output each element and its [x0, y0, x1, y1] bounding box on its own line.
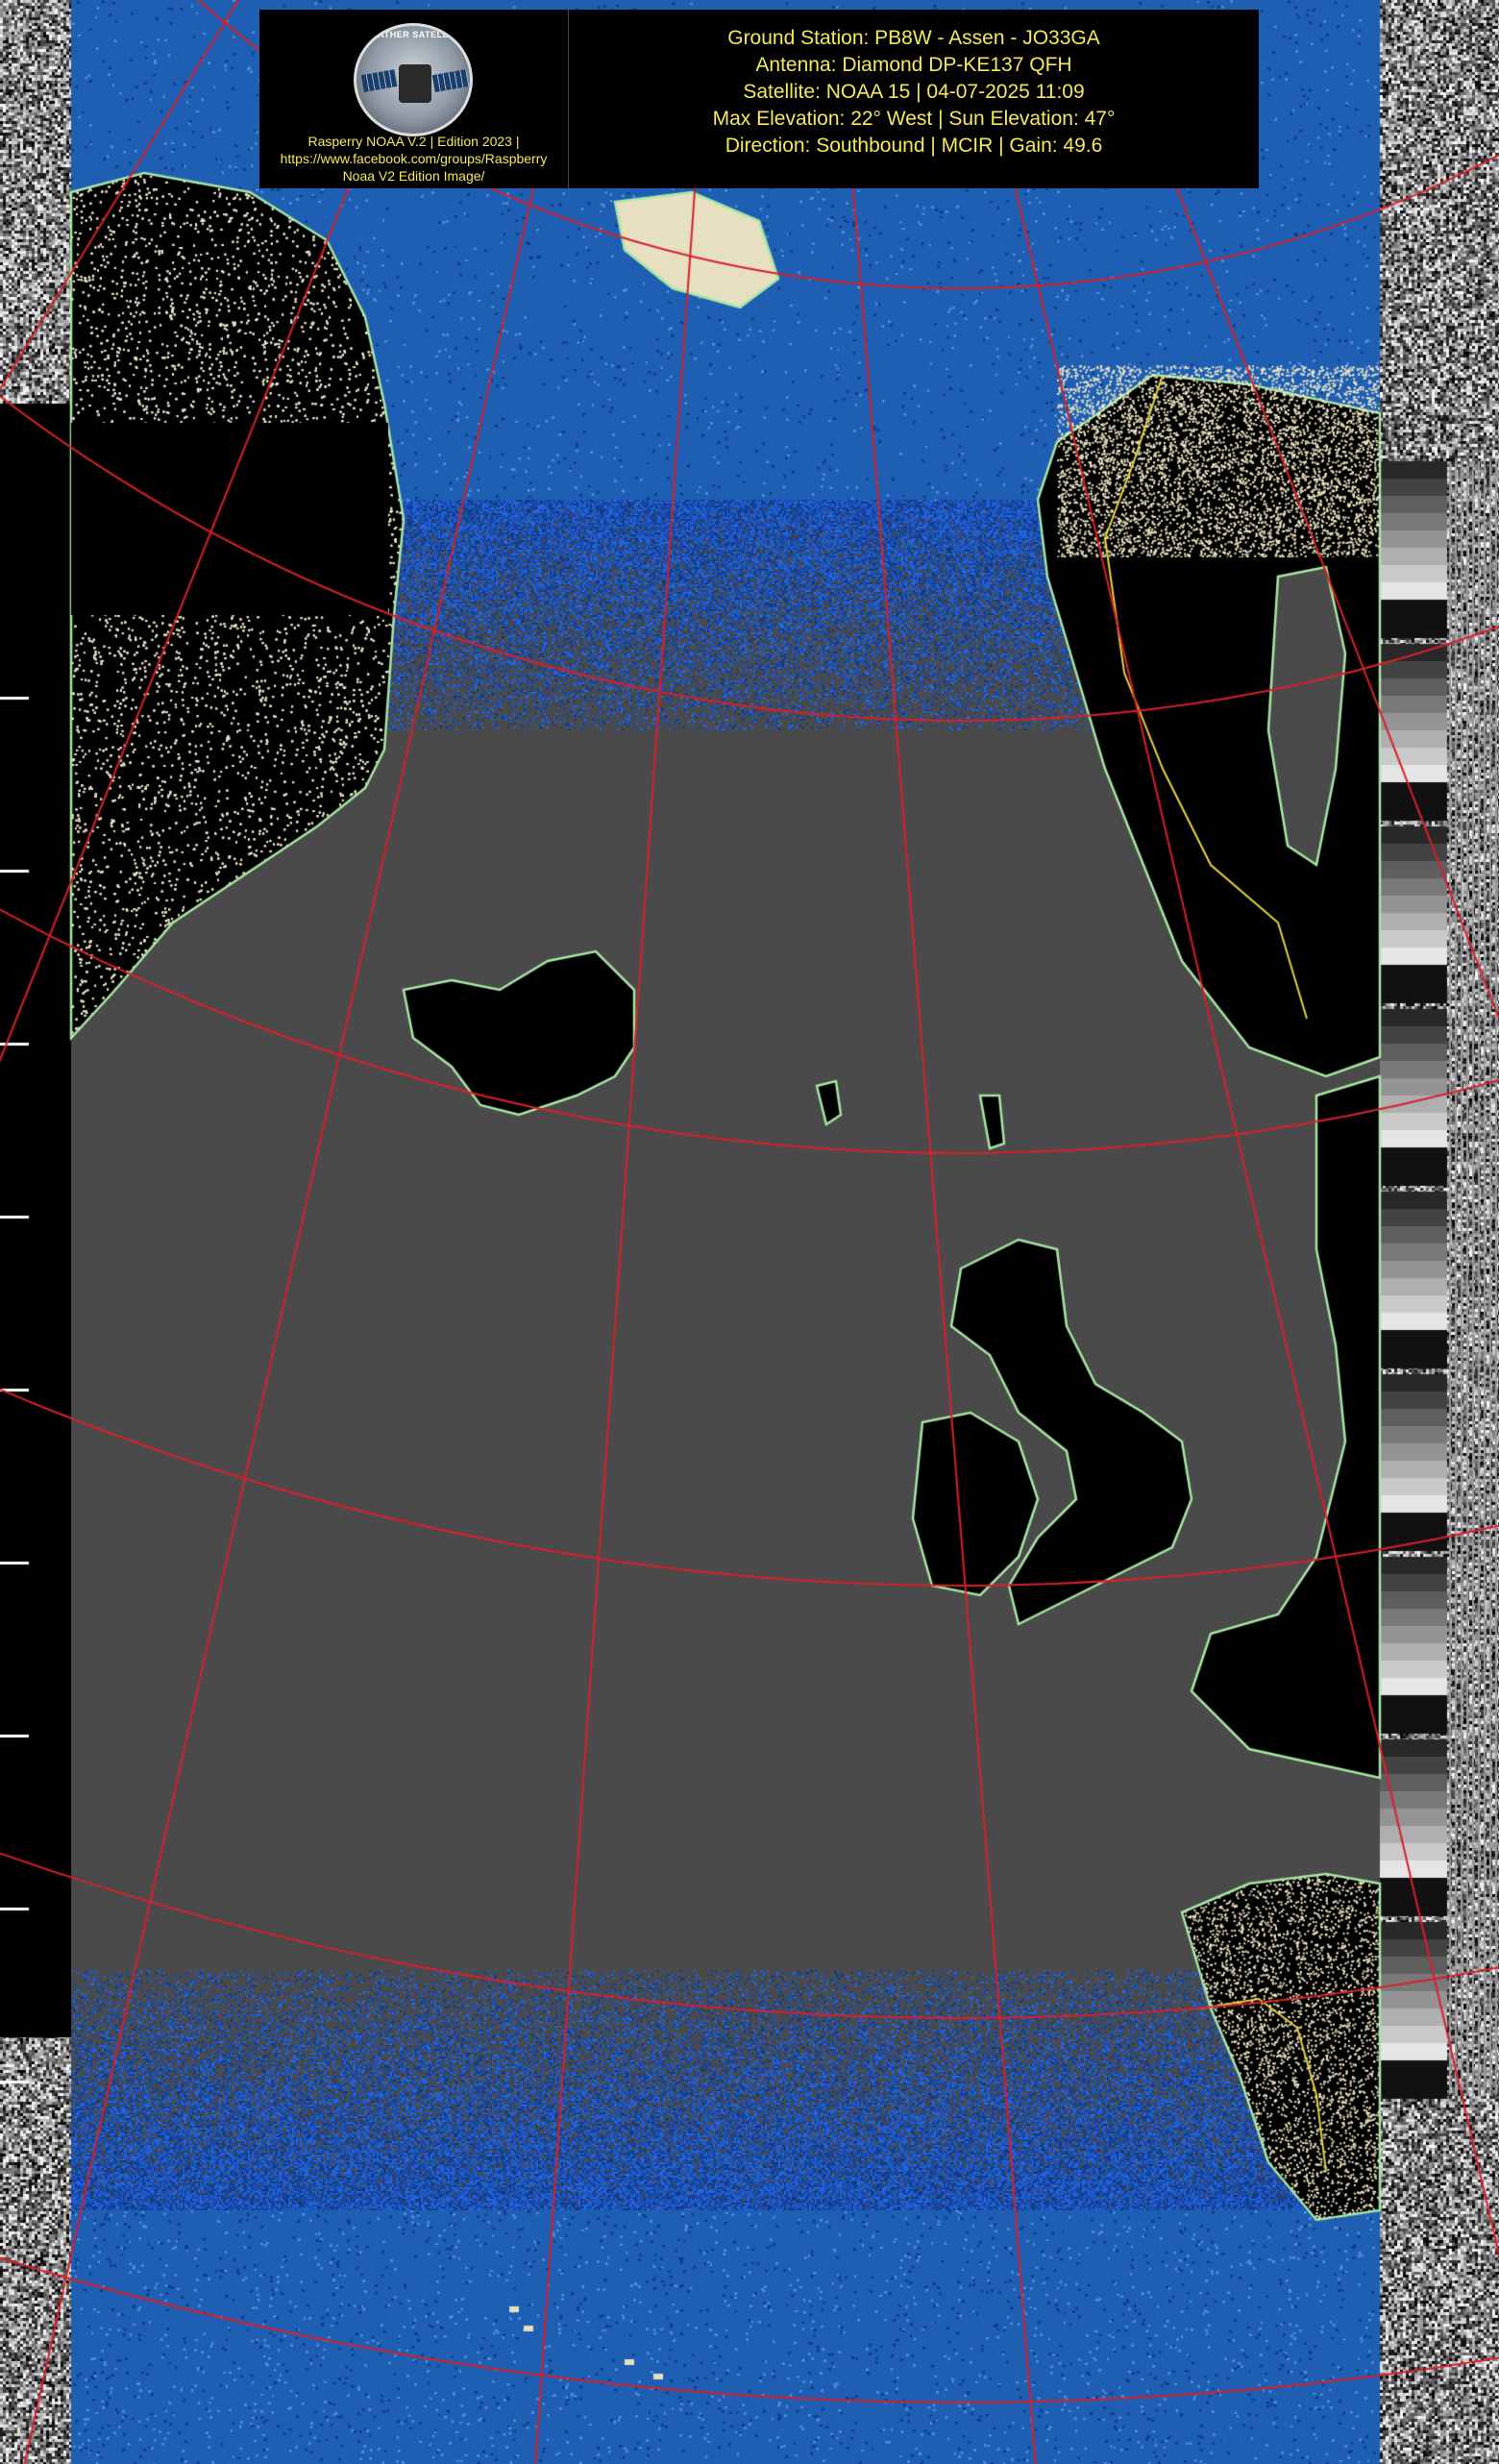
ground-station-text: Ground Station: PB8W - Assen - JO33GA	[727, 27, 1100, 49]
logo-panel: WEATHER SATELLITE Rasperry NOAA V.2 | Ed…	[259, 10, 569, 188]
logo-caption-url: https://www.facebook.com/groups/Raspberr…	[280, 151, 548, 166]
mcir-map-canvas	[0, 0, 1499, 2464]
solar-panel-right	[431, 69, 470, 92]
logo-caption-edition: Rasperry NOAA V.2 | Edition 2023 |	[307, 134, 520, 149]
antenna-text: Antenna: Diamond DP-KE137 QFH	[755, 54, 1072, 76]
elevation-text: Max Elevation: 22° West | Sun Elevation:…	[712, 108, 1116, 130]
logo-ring-text: WEATHER SATELLITE	[362, 30, 464, 39]
direction-text: Direction: Southbound | MCIR | Gain: 49.…	[725, 135, 1103, 157]
logo-caption-image: Noaa V2 Edition Image/	[342, 168, 485, 184]
satellite-icon	[399, 64, 431, 103]
satellite-text: Satellite: NOAA 15 | 04-07-2025 11:09	[743, 81, 1085, 103]
pass-info-panel: Ground Station: PB8W - Assen - JO33GA An…	[569, 10, 1259, 188]
weather-satellite-logo: WEATHER SATELLITE	[354, 23, 473, 136]
satellite-image: WEATHER SATELLITE Rasperry NOAA V.2 | Ed…	[0, 0, 1499, 2464]
solar-panel-left	[360, 69, 399, 92]
